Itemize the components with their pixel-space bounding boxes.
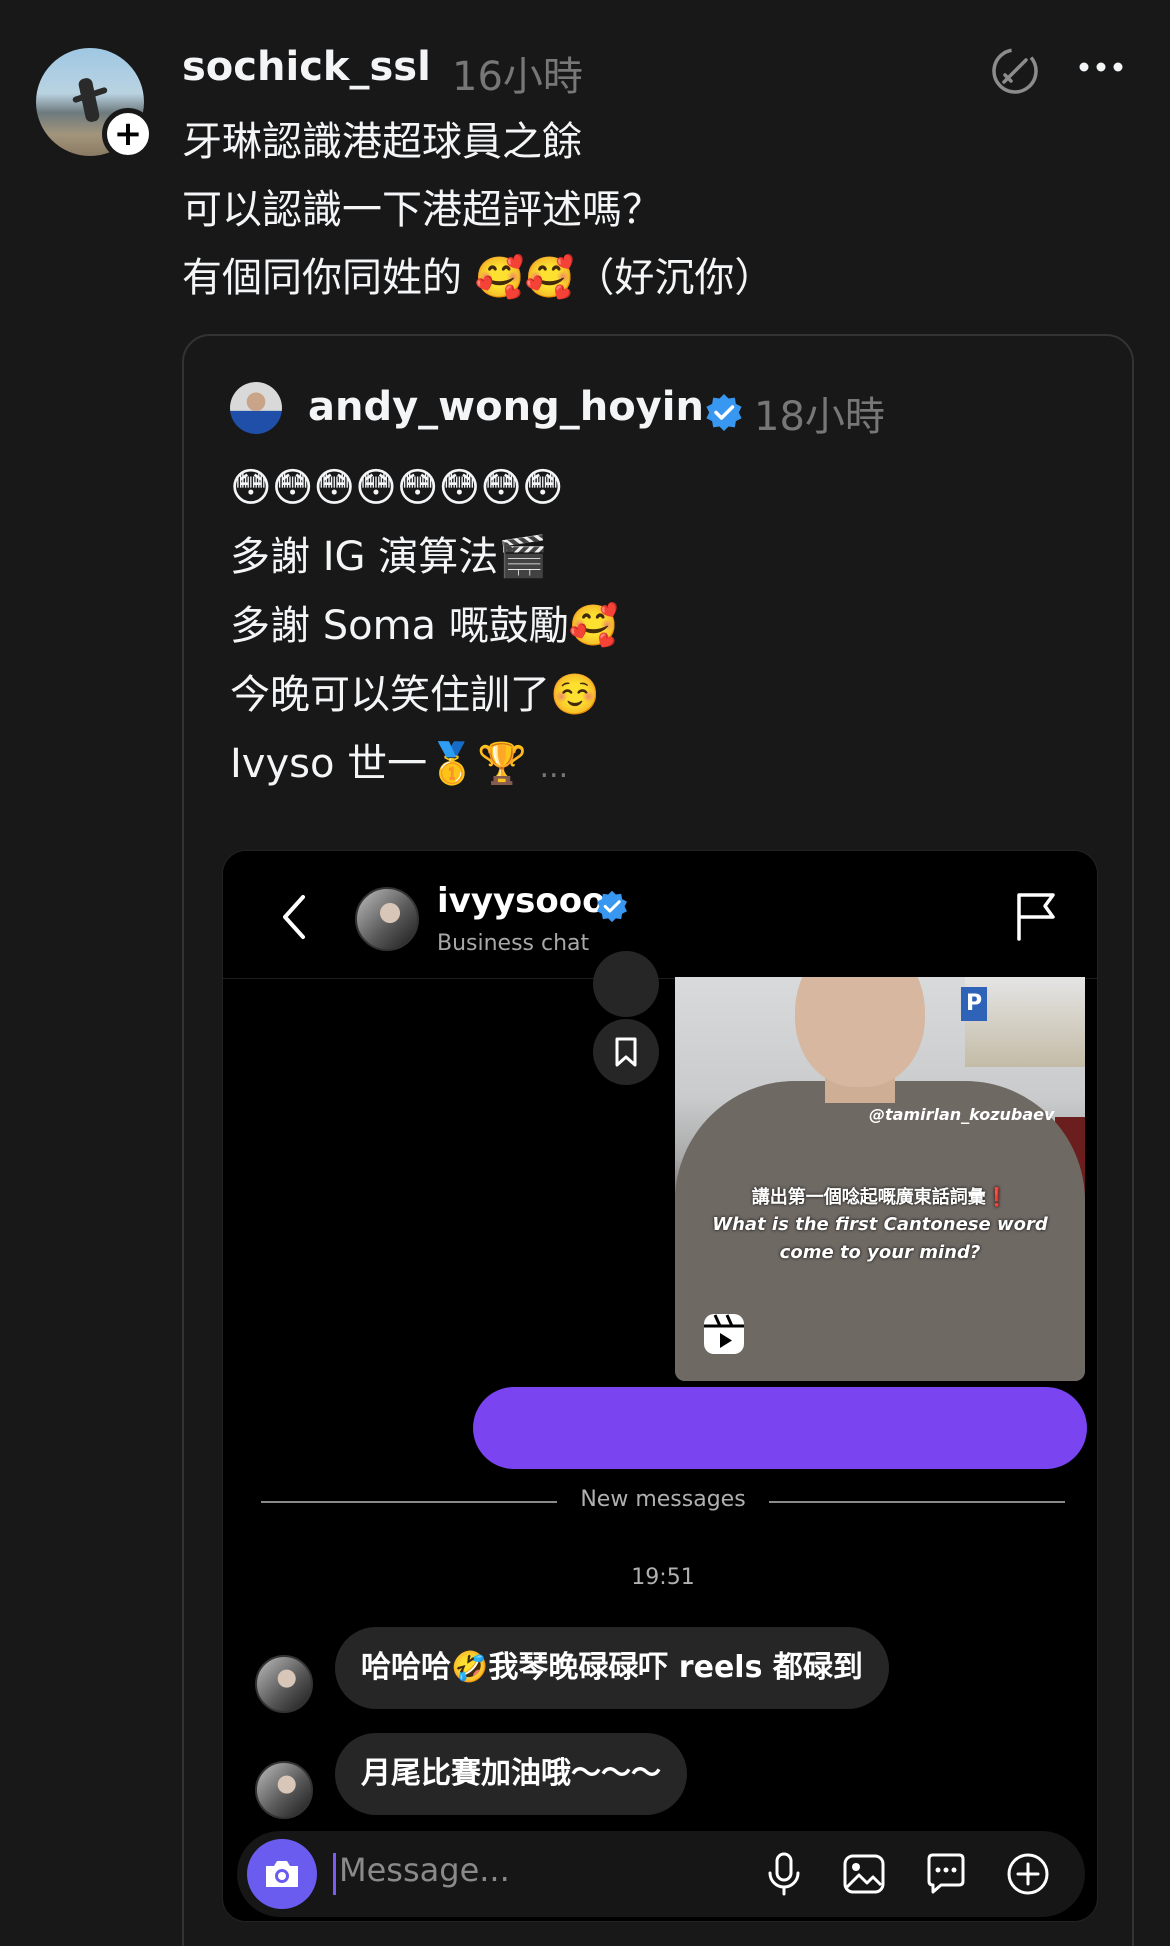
quoted-post-card[interactable]: andy_wong_hoyin 18小時 😳😳😳😳😳😳😳😳 多謝 IG 演算法🎬…: [182, 334, 1134, 1946]
message-avatar: [255, 1761, 313, 1819]
reels-icon: [704, 1314, 744, 1354]
message-avatar: [255, 1655, 313, 1713]
message-composer: Message...: [237, 1831, 1085, 1917]
quoted-author-avatar[interactable]: [230, 382, 282, 434]
new-messages-label: New messages: [580, 1487, 746, 1512]
repost-icon[interactable]: [990, 46, 1040, 96]
microphone-icon: [768, 1852, 800, 1896]
sent-message-bubble: [473, 1387, 1087, 1469]
follow-plus-icon[interactable]: +: [102, 108, 154, 160]
divider-right: [769, 1501, 1065, 1503]
verified-icon: [706, 394, 742, 431]
more-icon[interactable]: [1078, 56, 1124, 78]
quoted-timestamp: 18小時: [754, 394, 885, 440]
quoted-body-content: 😳😳😳😳😳😳😳😳 多謝 IG 演算法🎬 多謝 Soma 嘅鼓勵🥰 今晚可以笑住訓…: [230, 465, 619, 787]
chat-header: ivyysooo Business chat: [223, 851, 1097, 979]
reel-caption-english: What is the first Cantonese word come to…: [712, 1214, 1048, 1263]
chat-contact-name: ivyysooo: [437, 881, 606, 921]
post-body-text: 牙琳認識港超球員之餘 可以認識一下港超評述嗎？ 有個同你同姓的 🥰🥰（好沉你）: [182, 119, 775, 301]
reel-caption-chinese: 講出第一個唸起嘅廣東話詞彙❗: [751, 1187, 1009, 1208]
received-message-bubble: 月尾比賽加油哦～～～: [335, 1733, 687, 1815]
see-more-link[interactable]: ...: [540, 750, 569, 785]
chat-time-label: 19:51: [631, 1565, 695, 1590]
post-timestamp: 16小時: [452, 54, 583, 100]
text-caret: [333, 1853, 336, 1895]
quoted-body-text: 😳😳😳😳😳😳😳😳 多謝 IG 演算法🎬 多謝 Soma 嘅鼓勵🥰 今晚可以笑住訓…: [230, 454, 619, 802]
sticker-icon: [927, 1853, 965, 1894]
shared-reel-thumbnail: P @tamirlan_kozubaev 講出第一個唸起嘅廣東話詞彙❗ What…: [675, 977, 1085, 1381]
chat-subtitle: Business chat: [437, 931, 590, 956]
chevron-left-icon: [283, 895, 305, 939]
flag-icon: [1017, 893, 1055, 941]
bookmark-icon: [593, 1019, 659, 1085]
author-username[interactable]: sochick_ssl: [182, 44, 431, 90]
plus-circle-icon: [1007, 1853, 1049, 1895]
share-circle-icon: [593, 951, 659, 1017]
image-icon: [843, 1854, 885, 1894]
reel-handle: @tamirlan_kozubaev: [869, 1105, 1055, 1124]
received-message-bubble: 哈哈哈🤣我琴晚碌碌吓 reels 都碌到: [335, 1627, 889, 1709]
parking-sign: P: [961, 987, 987, 1021]
embedded-chat-screenshot[interactable]: ivyysooo Business chat P @tamirlan_kozub…: [222, 850, 1098, 1922]
message-input: Message...: [339, 1851, 510, 1889]
quoted-author-username[interactable]: andy_wong_hoyin: [308, 384, 704, 430]
chat-contact-avatar: [355, 887, 419, 951]
camera-icon: [247, 1839, 317, 1909]
verified-icon: [597, 890, 627, 923]
